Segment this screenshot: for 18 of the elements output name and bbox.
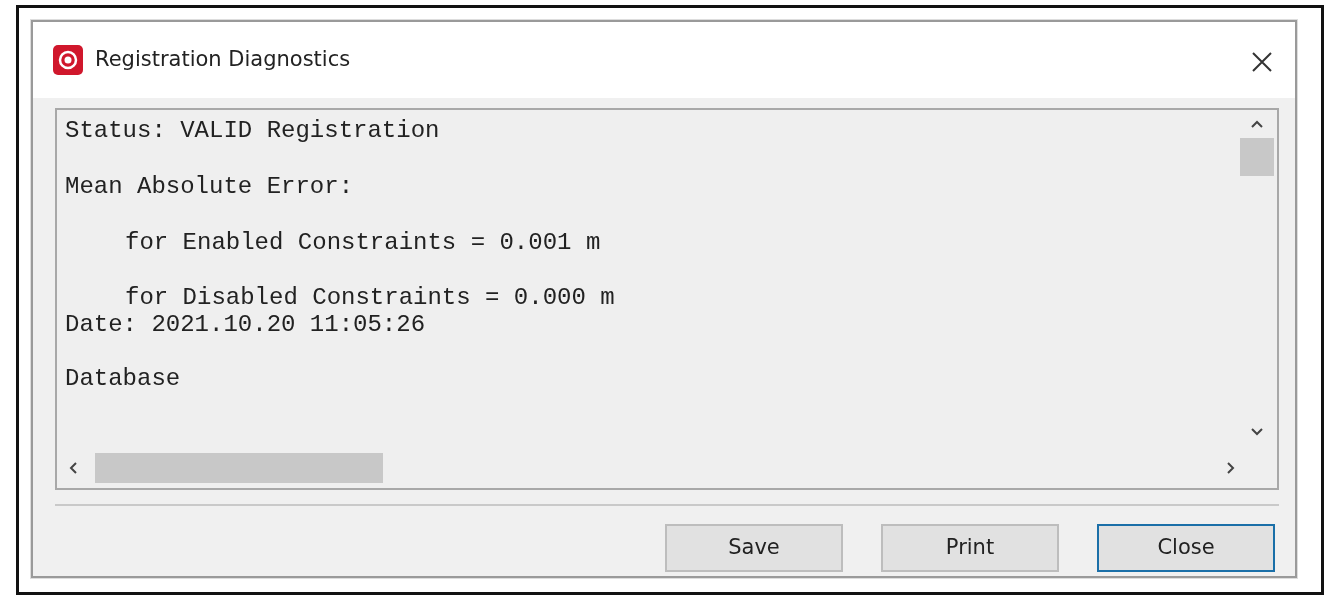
app-logo-icon	[53, 45, 83, 75]
window-title: Registration Diagnostics	[95, 46, 351, 74]
scroll-up-icon[interactable]	[1249, 118, 1265, 130]
report-line: Date: 2021.10.20 11:05:26	[65, 312, 427, 338]
report-line: for Enabled Constraints = 0.001 m	[124, 228, 602, 258]
dialog-button[interactable]: Print	[881, 524, 1059, 572]
report-line: Database	[65, 364, 182, 394]
dialog-button[interactable]: Close	[1097, 524, 1275, 572]
scroll-right-icon[interactable]	[1225, 460, 1237, 476]
vertical-scroll-thumb[interactable]	[1240, 138, 1274, 176]
report-line: for Disabled Constraints = 0.000 m	[124, 284, 616, 312]
report-line: Status: VALID Registration	[65, 116, 441, 146]
dialog-button[interactable]: Save	[665, 524, 843, 572]
scroll-down-icon[interactable]	[1249, 426, 1265, 438]
horizontal-scroll-thumb[interactable]	[95, 453, 383, 483]
scroll-left-icon[interactable]	[67, 460, 79, 476]
report-text-area[interactable]: Status: VALID Registration Mean Absolute Error: for Enabled Constraints = 0.001 m for Disabled Constraints = 0.000 m Date: 2021.10.20 11:05:26 Database	[55, 108, 1279, 490]
report-line: Mean Absolute Error:	[65, 172, 355, 202]
